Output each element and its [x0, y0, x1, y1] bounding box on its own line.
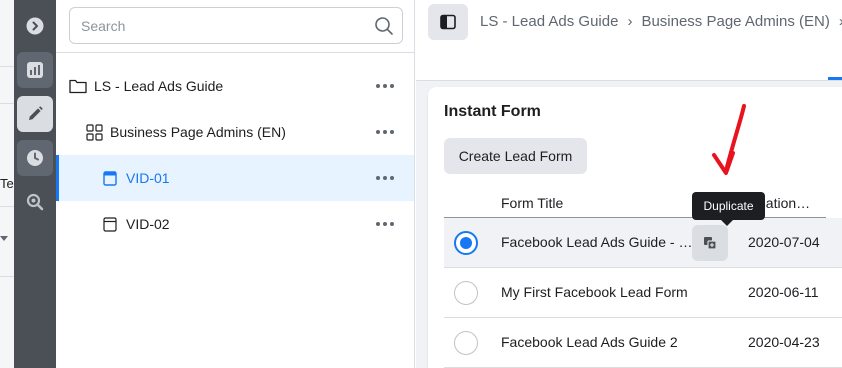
duplicate-icon	[704, 237, 717, 250]
tree-item-ad-selected[interactable]: VID-01	[56, 155, 414, 201]
breadcrumb-item[interactable]: Business Page Admins (EN)	[641, 13, 829, 30]
pencil-icon	[29, 106, 43, 120]
rail-insights-button[interactable]	[17, 52, 53, 88]
duplicate-button[interactable]	[692, 225, 728, 261]
create-lead-form-button[interactable]: Create Lead Form	[444, 138, 587, 174]
tree-item-ad[interactable]: VID-02	[56, 201, 414, 247]
active-tab-indicator	[828, 77, 842, 80]
search-box[interactable]	[69, 7, 403, 44]
row-radio[interactable]	[454, 231, 478, 255]
breadcrumb-item[interactable]: LS - Lead Ads Guide	[480, 13, 618, 30]
table-row[interactable]: Facebook Lead Ads Guide - … 2020-07-04	[444, 218, 842, 268]
form-title-cell: Facebook Lead Ads Guide 2	[501, 334, 678, 350]
form-title-cell: My First Facebook Lead Form	[501, 284, 688, 300]
more-options-icon[interactable]	[376, 169, 394, 187]
sidebar-toggle-icon	[440, 14, 456, 30]
breadcrumb: LS - Lead Ads Guide › Business Page Admins…	[480, 13, 842, 30]
rail-history-button[interactable]	[17, 140, 53, 176]
tree-item-label: LS - Lead Ads Guide	[94, 78, 224, 94]
caret-down-icon[interactable]	[0, 236, 8, 241]
panel-divider	[0, 276, 14, 277]
panel-divider	[0, 206, 14, 207]
folder-icon	[69, 78, 87, 94]
tree-item-campaign[interactable]: LS - Lead Ads Guide	[56, 63, 414, 109]
creation-date-cell: 2020-06-11	[748, 284, 819, 300]
column-header-form-title[interactable]: Form Title	[501, 195, 563, 211]
creation-date-cell: 2020-04-23	[748, 334, 820, 350]
annotation-arrow-icon	[712, 104, 746, 175]
panel-divider	[0, 103, 14, 104]
rail-edit-button[interactable]	[17, 96, 53, 132]
instant-form-card: Instant Form Create Lead Form Form Title…	[428, 87, 842, 368]
rail-expand-button[interactable]	[17, 8, 53, 44]
panel-divider	[0, 66, 14, 67]
row-radio[interactable]	[454, 281, 478, 305]
rail-search-button[interactable]	[17, 184, 53, 220]
row-radio[interactable]	[454, 331, 478, 355]
grid-icon	[86, 123, 103, 141]
toggle-panel-button[interactable]	[428, 4, 468, 40]
clock-icon	[27, 150, 43, 166]
page-icon	[103, 216, 117, 232]
column-header-creation-date[interactable]: eation…	[758, 195, 810, 211]
truncated-text: Te	[0, 176, 14, 191]
section-title: Instant Form	[444, 103, 541, 120]
tree-item-label: VID-01	[126, 170, 170, 186]
bar-chart-icon	[27, 62, 43, 78]
divider	[56, 52, 414, 53]
more-options-icon[interactable]	[376, 215, 394, 233]
more-options-icon[interactable]	[376, 123, 394, 141]
previous-panel-edge: Te	[0, 0, 14, 368]
search-zoom-icon	[26, 193, 44, 211]
tree-item-ad-set[interactable]: Business Page Admins (EN)	[56, 109, 414, 155]
form-title-cell: Facebook Lead Ads Guide - …	[501, 234, 693, 250]
tree-item-label: VID-02	[126, 216, 170, 232]
asset-tree-panel: LS - Lead Ads Guide Business Page Admins…	[56, 0, 415, 368]
table-row[interactable]: Facebook Lead Ads Guide 2 2020-04-23	[444, 318, 842, 368]
main-editor: LS - Lead Ads Guide › Business Page Admins…	[416, 0, 842, 368]
chevron-right-icon: ›	[627, 13, 633, 30]
creation-date-cell: 2020-07-04	[748, 234, 820, 250]
table-row[interactable]: My First Facebook Lead Form 2020-06-11	[444, 268, 842, 318]
more-options-icon[interactable]	[376, 77, 394, 95]
duplicate-tooltip: Duplicate	[692, 192, 765, 226]
top-bar: LS - Lead Ads Guide › Business Page Admins…	[416, 0, 842, 81]
chevron-right-circle-icon	[26, 17, 44, 35]
search-input[interactable]	[81, 8, 361, 43]
tool-rail	[14, 0, 56, 368]
page-icon	[103, 170, 117, 186]
tree-item-label: Business Page Admins (EN)	[110, 124, 286, 140]
search-icon[interactable]	[374, 16, 394, 36]
